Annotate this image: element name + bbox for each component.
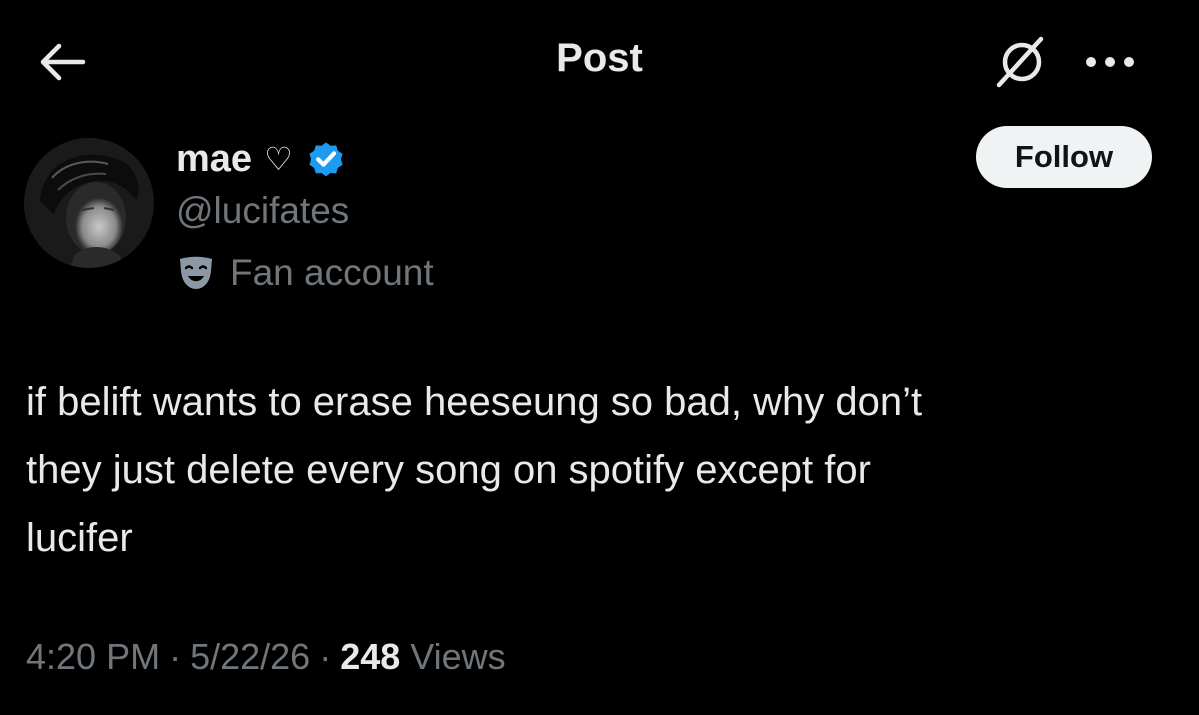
post-metadata: 4:20 PM · 5/22/26 · 248 Views bbox=[26, 636, 506, 678]
avatar-image bbox=[24, 138, 154, 268]
grok-slash-circle-icon bbox=[996, 36, 1044, 88]
heart-symbol: ♡ bbox=[264, 140, 293, 178]
more-horizontal-icon bbox=[1086, 57, 1134, 67]
top-app-bar: Post bbox=[0, 0, 1199, 120]
separator-dot: · bbox=[169, 636, 182, 677]
post-date[interactable]: 5/22/26 bbox=[190, 636, 310, 678]
follow-button[interactable]: Follow bbox=[976, 126, 1152, 188]
separator-dot: · bbox=[319, 636, 332, 677]
affiliation-row[interactable]: Fan account bbox=[176, 248, 434, 298]
back-button[interactable] bbox=[30, 34, 94, 90]
theater-mask-icon bbox=[180, 256, 212, 289]
grok-button[interactable] bbox=[990, 30, 1054, 94]
views-link[interactable]: 248 Views bbox=[340, 636, 505, 678]
post-text: if belift wants to erase heeseung so bad… bbox=[26, 380, 923, 560]
author-name-row[interactable]: mae ♡ bbox=[176, 134, 347, 184]
author-handle[interactable]: @lucifates bbox=[176, 190, 349, 232]
affiliation-label: Fan account bbox=[230, 252, 434, 293]
arrow-left-icon bbox=[40, 43, 86, 81]
more-options-button[interactable] bbox=[1078, 40, 1142, 84]
avatar[interactable] bbox=[24, 138, 154, 268]
verified-badge-icon[interactable] bbox=[305, 138, 347, 180]
views-label: Views bbox=[410, 636, 506, 677]
display-name: mae bbox=[176, 137, 253, 180]
post-time[interactable]: 4:20 PM bbox=[26, 636, 160, 678]
views-count: 248 bbox=[340, 636, 401, 677]
